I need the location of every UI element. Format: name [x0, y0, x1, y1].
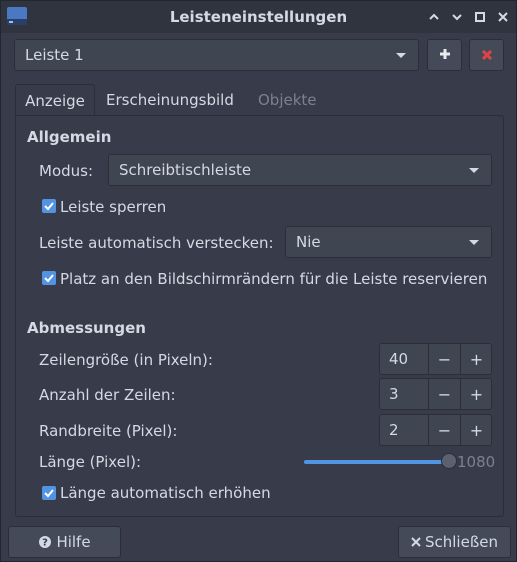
row-size-value[interactable]: 40 — [389, 350, 408, 368]
shade-icon[interactable] — [449, 9, 465, 25]
tab-objekte-label: Objekte — [258, 91, 317, 109]
remove-panel-button[interactable] — [469, 39, 504, 71]
reserve-space-checkbox[interactable] — [42, 271, 56, 285]
rows-label: Anzahl der Zeilen: — [39, 386, 176, 404]
checkmark-icon — [44, 489, 54, 498]
close-button[interactable]: Schließen — [398, 526, 511, 558]
checkmark-icon — [44, 202, 54, 211]
maximize-icon[interactable] — [472, 9, 488, 25]
border-width-decrement-button[interactable]: − — [428, 415, 460, 445]
mode-combo[interactable]: Schreibtischleiste — [108, 154, 492, 186]
panel-selector-value: Leiste 1 — [25, 46, 84, 64]
length-slider-track[interactable] — [304, 460, 444, 464]
checkmark-icon — [44, 274, 54, 283]
tab-anzeige-label: Anzeige — [25, 92, 85, 110]
autohide-label: Leiste automatisch verstecken: — [39, 234, 274, 252]
svg-text:?: ? — [43, 538, 49, 549]
close-icon — [411, 537, 421, 547]
add-panel-button[interactable] — [427, 39, 462, 71]
length-slider-handle[interactable] — [441, 453, 457, 469]
length-label: Länge (Pixel): — [39, 453, 142, 471]
lock-panel-label[interactable]: Leiste sperren — [60, 198, 166, 216]
border-width-increment-button[interactable]: + — [460, 415, 492, 445]
help-button-label: Hilfe — [56, 533, 91, 551]
reserve-space-label[interactable]: Platz an den Bildschirmrändern für die L… — [60, 270, 487, 288]
help-button[interactable]: ? Hilfe — [8, 526, 121, 558]
close-button-label: Schließen — [424, 533, 499, 551]
close-icon[interactable] — [495, 9, 511, 25]
chevron-down-icon — [469, 168, 479, 173]
tab-erscheinungsbild[interactable]: Erscheinungsbild — [106, 84, 234, 116]
section-heading-allgemein: Allgemein — [27, 128, 112, 146]
mode-value: Schreibtischleiste — [119, 161, 252, 179]
chevron-down-icon — [396, 53, 406, 58]
titlebar[interactable]: Leisteneinstellungen — [1, 1, 516, 33]
autohide-value: Nie — [296, 233, 321, 251]
minimize-icon[interactable] — [426, 9, 442, 25]
rows-increment-button[interactable]: + — [460, 379, 492, 409]
length-value: 1080 — [457, 453, 496, 471]
border-width-value[interactable]: 2 — [389, 421, 399, 439]
tab-erscheinungsbild-label: Erscheinungsbild — [106, 91, 234, 109]
auto-length-checkbox[interactable] — [42, 486, 56, 500]
panel-selector-combo[interactable]: Leiste 1 — [14, 39, 419, 71]
remove-icon — [481, 46, 492, 64]
row-size-decrement-button[interactable]: − — [428, 344, 460, 374]
lock-panel-checkbox[interactable] — [42, 199, 56, 213]
section-heading-abmessungen: Abmessungen — [27, 319, 146, 337]
plus-icon — [439, 46, 451, 64]
auto-length-label[interactable]: Länge automatisch erhöhen — [60, 484, 271, 502]
chevron-down-icon — [469, 240, 479, 245]
tab-anzeige[interactable]: Anzeige — [15, 84, 95, 116]
border-width-label: Randbreite (Pixel): — [39, 422, 178, 440]
row-size-spinbox[interactable]: 40 − + — [379, 343, 492, 375]
panel-preferences-window: Leisteneinstellungen Leiste 1 Anzeige Er… — [0, 0, 517, 562]
border-width-spinbox[interactable]: 2 − + — [379, 414, 492, 446]
help-icon: ? — [38, 535, 52, 549]
row-size-increment-button[interactable]: + — [460, 344, 492, 374]
row-size-label: Zeilengröße (in Pixeln): — [39, 351, 213, 369]
rows-value[interactable]: 3 — [389, 385, 399, 403]
rows-spinbox[interactable]: 3 − + — [379, 378, 492, 410]
rows-decrement-button[interactable]: − — [428, 379, 460, 409]
tab-objekte[interactable]: Objekte — [258, 84, 317, 116]
autohide-combo[interactable]: Nie — [285, 226, 492, 258]
mode-label: Modus: — [39, 162, 94, 180]
